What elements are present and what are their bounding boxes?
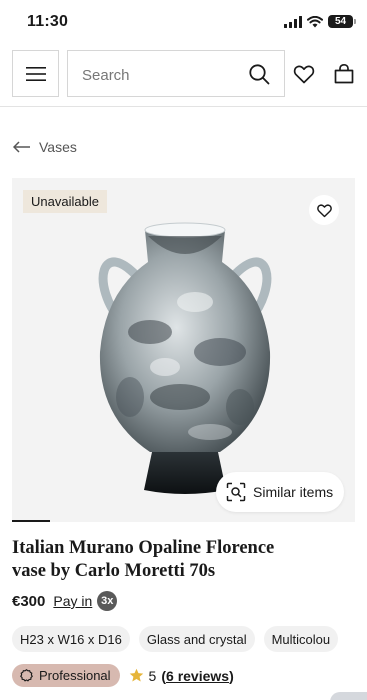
product-title: Italian Murano Opaline Florence vase by … [12, 537, 312, 583]
rating-value: 5 [148, 667, 157, 684]
add-to-favorites-button[interactable] [309, 195, 339, 225]
hamburger-menu-icon [25, 66, 46, 81]
chip-color[interactable]: Multicolou [263, 626, 339, 652]
product-price: €300 [12, 592, 46, 610]
rating: 5 (6 reviews) [129, 668, 234, 684]
search-box [67, 50, 285, 97]
battery-icon: 54 [328, 15, 356, 28]
attribute-chips: H23 x W16 x D16 Glass and crystal Multic… [12, 626, 367, 652]
chip-material[interactable]: Glass and crystal [138, 626, 255, 652]
professional-label: Professional [39, 668, 111, 683]
star-icon [129, 668, 143, 682]
professional-seller-badge: Professional [12, 664, 120, 687]
reviews-link[interactable]: 6 reviews [166, 668, 229, 684]
seller-row: Professional 5 (6 reviews) [12, 664, 234, 687]
wifi-icon [307, 15, 323, 27]
arrow-left-icon [13, 141, 30, 153]
price-row: €300 Pay in 3x [12, 591, 118, 611]
status-icons: 54 [284, 15, 356, 28]
visual-search-icon [226, 482, 246, 502]
breadcrumb[interactable]: Vases [13, 139, 77, 155]
top-header [0, 50, 367, 100]
product-vase-image [98, 222, 272, 494]
cellular-signal-icon [284, 15, 302, 28]
reviews-paren-close: ) [229, 667, 234, 684]
similar-items-button[interactable]: Similar items [216, 472, 344, 512]
badge-seal-icon [20, 669, 33, 682]
search-input[interactable] [82, 63, 232, 87]
product-title-line2: vase by Carlo Moretti 70s [12, 561, 216, 581]
product-image-carousel[interactable]: Unavailable Similar items [12, 178, 355, 522]
header-divider [0, 106, 367, 107]
search-icon[interactable] [248, 63, 270, 85]
breadcrumb-label: Vases [39, 139, 77, 155]
heart-icon [316, 203, 332, 217]
status-bar: 11:30 54 [0, 0, 367, 44]
installments-count-badge: 3x [97, 591, 118, 611]
shopping-bag-icon[interactable] [332, 62, 356, 86]
pay-in-installments-link[interactable]: Pay in [53, 593, 92, 609]
favorites-heart-icon[interactable] [292, 62, 316, 86]
chip-dimensions[interactable]: H23 x W16 x D16 [12, 626, 130, 652]
status-time: 11:30 [27, 13, 69, 30]
product-title-line1: Italian Murano Opaline Florence [12, 538, 275, 558]
similar-items-label: Similar items [253, 484, 334, 500]
floating-scroll-indicator [330, 692, 367, 700]
menu-button[interactable] [12, 50, 59, 97]
carousel-indicator [12, 520, 50, 522]
